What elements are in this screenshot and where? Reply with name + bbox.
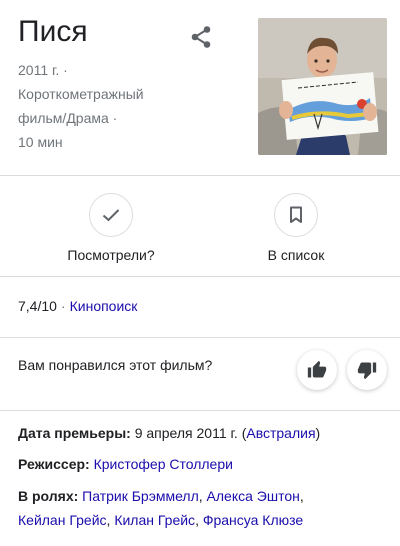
divider (0, 337, 400, 338)
cast-member-link[interactable]: Франсуа Клюзе (203, 512, 303, 528)
share-button[interactable] (186, 22, 216, 52)
divider (0, 410, 400, 411)
premiere-label: Дата премьеры: (18, 425, 131, 441)
rating-separator: · (60, 298, 66, 314)
divider (0, 175, 400, 176)
premiere-date: 9 апреля 2011 г. (134, 425, 238, 441)
divider (0, 276, 400, 277)
movie-poster-image[interactable] (258, 18, 387, 155)
movie-genre-line1: Короткометражный (18, 86, 144, 102)
movie-duration: 10 мин (18, 134, 63, 150)
feedback-question: Вам понравился этот фильм? (18, 357, 213, 373)
movie-genre-line2: фильм/Драма · (18, 110, 118, 126)
thumbs-up-icon (307, 360, 327, 378)
like-button[interactable] (297, 350, 337, 390)
watched-circle (89, 193, 133, 237)
dislike-button[interactable] (347, 350, 387, 390)
director-label: Режиссер: (18, 456, 90, 472)
director-link[interactable]: Кристофер Столлери (94, 456, 233, 472)
rating-score: 7,4/10 (18, 298, 57, 314)
cast-fact: В ролях: Патрик Брэммелл, Алекса Эштон, … (18, 488, 304, 528)
share-icon (191, 26, 211, 48)
movie-year: 2011 г. · (18, 62, 68, 78)
bookmark-icon (290, 206, 302, 223)
rating-row: 7,4/10 · Кинопоиск (18, 296, 137, 316)
cast-member-link[interactable]: Килан Грейс (114, 512, 195, 528)
checkmark-icon (102, 209, 120, 222)
watchlist-label: В список (267, 247, 325, 263)
premiere-country-link[interactable]: Австралия (246, 425, 315, 441)
add-to-watchlist-button[interactable]: В список (231, 193, 361, 265)
movie-title: Пися (18, 15, 88, 48)
watched-label: Посмотрели? (67, 247, 155, 263)
cast-member-link[interactable]: Патрик Брэммелл (82, 488, 199, 504)
watched-button[interactable]: Посмотрели? (46, 193, 176, 265)
director-fact: Режиссер: Кристофер Столлери (18, 452, 388, 476)
cast-label: В ролях: (18, 488, 79, 504)
cast-member-link[interactable]: Кейлан Грейс (18, 512, 107, 528)
thumbs-down-icon (357, 362, 377, 380)
movie-meta: 2011 г. · Короткометражный фильм/Драма ·… (18, 58, 243, 154)
cast-member-link[interactable]: Алекса Эштон (207, 488, 300, 504)
rating-source-link[interactable]: Кинопоиск (70, 298, 138, 314)
premiere-country-wrap: (Австралия) (241, 425, 321, 441)
premiere-fact: Дата премьеры: 9 апреля 2011 г. (Австрал… (18, 421, 388, 445)
knowledge-panel: Пися 2011 г. · Короткометражный фильм/Др… (0, 0, 400, 546)
watchlist-circle (274, 193, 318, 237)
